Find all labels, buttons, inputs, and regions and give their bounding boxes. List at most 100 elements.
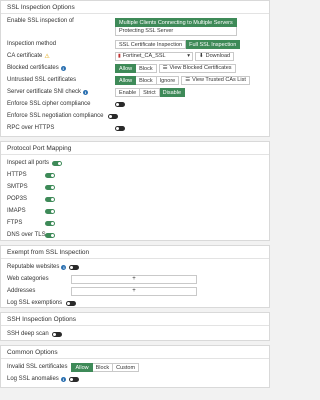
option-ignore[interactable]: Ignore: [156, 75, 180, 85]
port-label-dns-over-tls: DNS over TLS: [7, 232, 46, 238]
port-toggle-dns-over-tls[interactable]: [45, 232, 55, 238]
port-toggle-smtps[interactable]: [45, 184, 55, 190]
blocked-certificates-label: Blocked certificates: [7, 65, 59, 71]
info-icon: i: [60, 376, 66, 382]
common-title: Common Options: [1, 346, 269, 359]
view-blocked-button[interactable]: ☰ View Blocked Certificates: [158, 63, 236, 73]
untrusted-certificates-row: Untrusted SSL certificates Allow Block I…: [7, 74, 263, 86]
ca-certificate-value: Fortinet_CA_SSL: [122, 53, 166, 59]
port-label-imaps: IMAPS: [7, 208, 26, 214]
ssh-deep-scan-label: SSH deep scan: [7, 331, 49, 337]
view-blocked-label: View Blocked Certificates: [169, 65, 232, 71]
negotiation-compliance-row: Enforce SSL negotiation compliance: [7, 110, 263, 122]
invalid-certificates-label: Invalid SSL certificates: [7, 364, 68, 370]
port-toggle-imaps[interactable]: [45, 208, 55, 214]
inspection-method-label: Inspection method: [7, 41, 57, 47]
ssh-deep-scan-toggle[interactable]: [51, 331, 62, 337]
blocked-certificates-controls: Allow Block ☰ View Blocked Certificates: [115, 63, 236, 73]
untrusted-certificates-label: Untrusted SSL certificates: [7, 77, 77, 83]
negotiation-compliance-toggle[interactable]: [107, 113, 118, 119]
option-block[interactable]: Block: [136, 63, 157, 73]
ssh-section: SSH Inspection Options SSH deep scan: [0, 312, 270, 341]
port-toggle-ftps[interactable]: [45, 220, 55, 226]
cipher-compliance-row: Enforce SSL cipher compliance: [7, 98, 263, 110]
blocked-certificates-toggle[interactable]: Allow Block: [115, 63, 157, 73]
download-icon: ⬇: [199, 53, 204, 59]
reputable-websites-toggle[interactable]: [69, 264, 80, 270]
download-button[interactable]: ⬇ Download: [195, 51, 235, 61]
log-exemptions-row: Log SSL exemptions: [7, 297, 263, 309]
port-row-ftps: FTPS: [7, 217, 263, 229]
ca-certificate-label: CA certificate: [7, 53, 43, 59]
option-disable[interactable]: Disable: [159, 87, 186, 97]
port-mapping-body: Inspect all ports HTTPS SMTPS POP3S IMAP…: [1, 155, 269, 245]
negotiation-compliance-label: Enforce SSL negotiation compliance: [7, 113, 104, 119]
add-icon[interactable]: +: [132, 276, 136, 282]
log-anomalies-label: Log SSL anomalies: [7, 376, 59, 382]
view-trusted-label: View Trusted CAs List: [192, 77, 246, 83]
option-allow[interactable]: Allow: [71, 362, 93, 372]
port-row-dns-over-tls: DNS over TLS: [7, 229, 263, 241]
sni-check-toggle[interactable]: Enable Strict Disable: [115, 87, 186, 97]
info-icon: i: [60, 65, 66, 71]
exempt-section: Exempt from SSL Inspection Reputable web…: [0, 245, 270, 308]
web-categories-row: Web categories +: [7, 273, 263, 285]
log-exemptions-toggle[interactable]: [66, 300, 77, 306]
port-toggle-pop3s[interactable]: [45, 196, 55, 202]
info-icon: i: [83, 89, 89, 95]
addresses-input[interactable]: +: [71, 286, 197, 296]
inspect-all-ports-toggle[interactable]: [52, 160, 63, 166]
rpc-over-https-toggle[interactable]: [115, 125, 125, 131]
enable-ssl-row: Enable SSL inspection of Multiple Client…: [7, 16, 263, 38]
download-label: Download: [205, 53, 231, 59]
option-certificate-inspection[interactable]: SSL Certificate Inspection: [115, 39, 187, 49]
log-anomalies-toggle[interactable]: [68, 376, 79, 382]
ssh-deep-scan-row: SSH deep scan: [7, 328, 263, 340]
option-allow[interactable]: Allow: [115, 63, 137, 73]
untrusted-certificates-controls: Allow Block Ignore ☰ View Trusted CAs Lis…: [115, 75, 250, 85]
port-toggle-https[interactable]: [45, 172, 55, 178]
reputable-websites-row: Reputable websites i: [7, 261, 263, 273]
ca-certificate-value-wrap: ▮ Fortinet_CA_SSL: [118, 53, 166, 59]
option-block[interactable]: Block: [136, 75, 157, 85]
invalid-certificates-toggle[interactable]: Allow Block Custom: [71, 362, 140, 372]
sni-check-label-wrap: Server certificate SNI check i: [7, 89, 115, 95]
ca-certificate-controls: ▮ Fortinet_CA_SSL ▾ ⬇ Download: [115, 51, 235, 61]
log-anomalies-row: Log SSL anomalies i: [7, 373, 263, 385]
web-categories-input[interactable]: +: [71, 274, 197, 284]
common-section: Common Options Invalid SSL certificates …: [0, 345, 270, 388]
port-label-ftps: FTPS: [7, 220, 23, 226]
inspection-method-toggle[interactable]: SSL Certificate Inspection Full SSL Insp…: [115, 39, 241, 49]
ca-certificate-select[interactable]: ▮ Fortinet_CA_SSL ▾: [115, 51, 193, 61]
add-icon[interactable]: +: [132, 288, 136, 294]
ssh-body: SSH deep scan: [1, 326, 269, 344]
ca-certificate-label-wrap: CA certificate ⚠: [7, 53, 115, 60]
view-trusted-button[interactable]: ☰ View Trusted CAs List: [181, 75, 250, 85]
ssl-inspection-section: SSL Inspection Options Enable SSL inspec…: [0, 0, 270, 137]
untrusted-certificates-toggle[interactable]: Allow Block Ignore: [115, 75, 180, 85]
option-protecting-ssl-server[interactable]: Protecting SSL Server: [115, 27, 237, 36]
option-full-inspection[interactable]: Full SSL Inspection: [186, 39, 241, 49]
inspect-all-ports-label: Inspect all ports: [7, 160, 50, 166]
option-block[interactable]: Block: [92, 362, 114, 372]
enable-ssl-label: Enable SSL inspection of: [7, 18, 74, 24]
chevron-down-icon: ▾: [187, 53, 190, 59]
cipher-compliance-toggle[interactable]: [115, 101, 125, 107]
inspection-method-row: Inspection method SSL Certificate Inspec…: [7, 38, 263, 50]
log-exemptions-label: Log SSL exemptions: [7, 300, 63, 306]
option-strict[interactable]: Strict: [140, 87, 160, 97]
addresses-row: Addresses +: [7, 285, 263, 297]
option-multiple-clients[interactable]: Multiple Clients Connecting to Multiple …: [115, 18, 237, 27]
exempt-title: Exempt from SSL Inspection: [1, 246, 269, 259]
option-custom[interactable]: Custom: [113, 362, 140, 372]
ssl-inspection-title: SSL Inspection Options: [1, 1, 269, 14]
invalid-certificates-row: Invalid SSL certificates Allow Block Cus…: [7, 361, 263, 373]
enable-ssl-options[interactable]: Multiple Clients Connecting to Multiple …: [115, 18, 237, 36]
option-enable[interactable]: Enable: [115, 87, 141, 97]
ssh-title: SSH Inspection Options: [1, 313, 269, 326]
port-mapping-section: Protocol Port Mapping Inspect all ports …: [0, 141, 270, 241]
option-allow[interactable]: Allow: [115, 75, 137, 85]
port-row-pop3s: POP3S: [7, 193, 263, 205]
warning-icon: ⚠: [44, 53, 50, 60]
ssl-inspection-body: Enable SSL inspection of Multiple Client…: [1, 14, 269, 138]
